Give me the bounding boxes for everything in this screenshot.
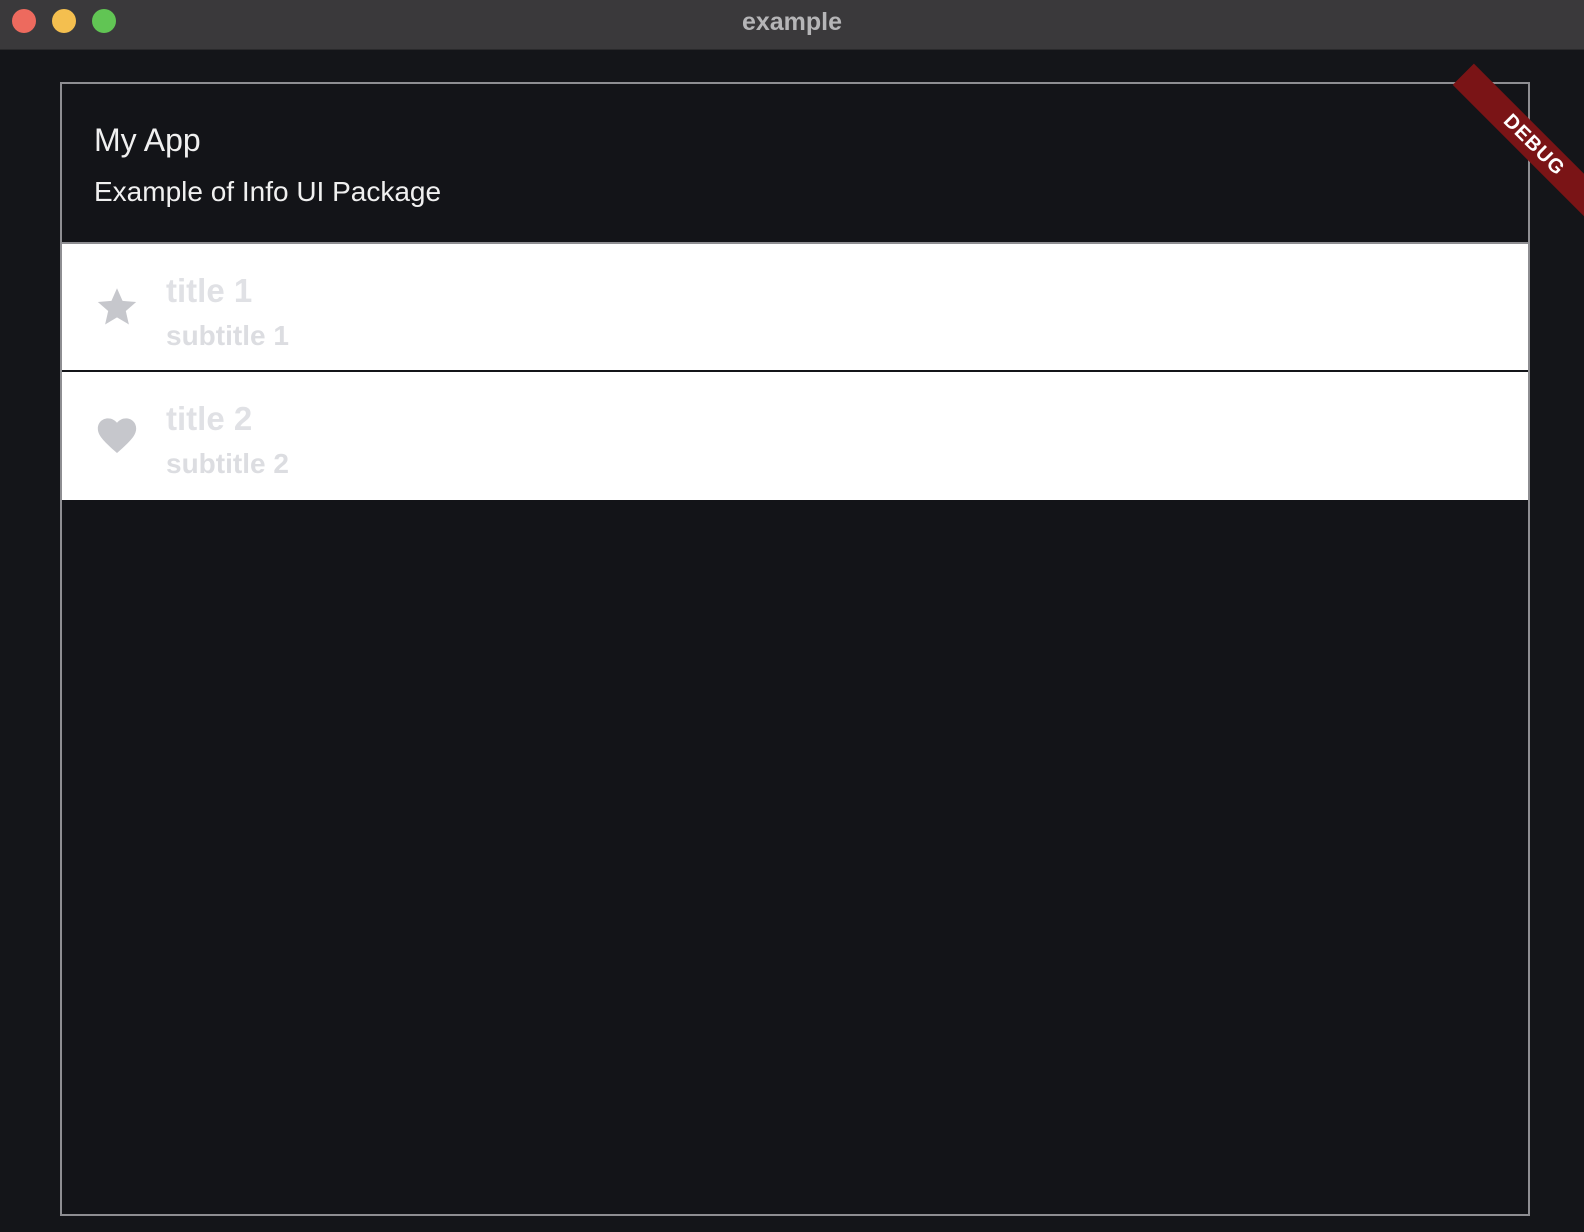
heart-icon [97,418,137,454]
list-item[interactable]: title 1 subtitle 1 [62,244,1528,372]
window-titlebar[interactable]: example [0,0,1584,50]
app-window: example My App Example of Info UI Packag… [0,0,1584,1232]
app-header: My App Example of Info UI Package [62,84,1528,244]
window-title: example [741,8,843,36]
app-subtitle: Example of Info UI Package [94,176,442,207]
list-item-title: title 2 [166,400,253,437]
info-list: title 1 subtitle 1 title 2 subtitle 2 [62,244,1528,500]
list-item-title: title 1 [166,272,253,309]
list-item-subtitle: subtitle 1 [166,320,289,351]
list-item[interactable]: title 2 subtitle 2 [62,372,1528,500]
list-item-subtitle: subtitle 2 [166,448,289,479]
app-frame: My App Example of Info UI Package title … [60,82,1530,1216]
app-title: My App [94,122,201,158]
star-icon [97,288,137,325]
window-content: My App Example of Info UI Package title … [0,50,1584,1232]
